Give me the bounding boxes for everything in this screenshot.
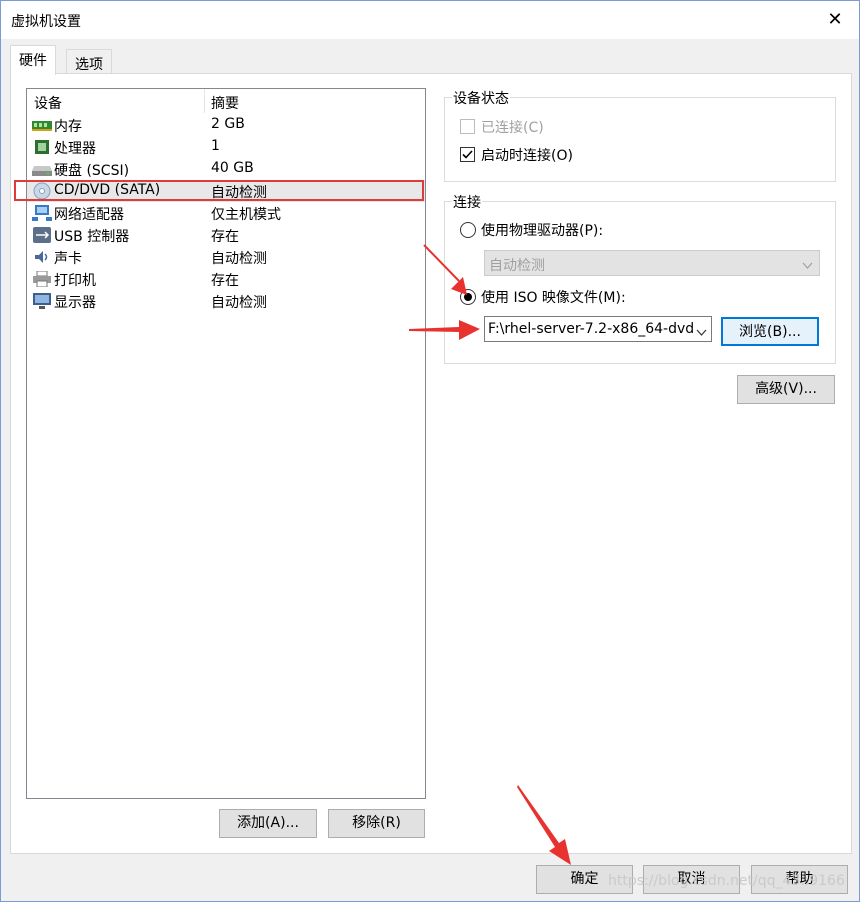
annotation-arrow-icon [517, 785, 571, 865]
device-row-sound-card[interactable]: 声卡 自动检测 [27, 246, 425, 268]
device-summary: 存在 [211, 229, 239, 245]
add-device-button[interactable]: 添加(A)... [219, 809, 317, 838]
device-name: 内存 [54, 119, 82, 135]
annotation-arrow-icon [409, 320, 480, 340]
device-summary: 仅主机模式 [211, 207, 281, 223]
iso-path-combobox[interactable]: F:\rhel-server-7.2-x86_64-dvd. [484, 316, 712, 342]
device-row-memory[interactable]: 内存 2 GB [27, 114, 425, 136]
help-button[interactable]: 帮助 [751, 865, 848, 894]
device-summary: 自动检测 [211, 295, 267, 311]
device-row-processor[interactable]: 处理器 1 [27, 136, 425, 158]
physical-drive-radio[interactable] [460, 222, 476, 238]
title-bar: 虚拟机设置 ✕ [1, 1, 859, 39]
printer-icon [32, 271, 52, 287]
connection-title: 连接 [452, 192, 482, 212]
device-row-usb-controller[interactable]: USB 控制器 存在 [27, 224, 425, 246]
chevron-down-icon [694, 325, 707, 341]
device-row-printer[interactable]: 打印机 存在 [27, 268, 425, 290]
device-status-title: 设备状态 [452, 88, 510, 108]
connect-at-power-on-checkbox[interactable] [460, 147, 475, 162]
connected-label: 已连接(C) [481, 120, 544, 136]
device-list-header: 设备 摘要 [27, 89, 425, 113]
processor-icon [32, 139, 52, 155]
display-icon [32, 293, 52, 309]
connect-at-power-on-label: 启动时连接(O) [481, 148, 573, 164]
advanced-button[interactable]: 高级(V)... [737, 375, 835, 404]
device-status-group [444, 97, 836, 182]
remove-device-button[interactable]: 移除(R) [328, 809, 425, 838]
device-summary: 40 GB [211, 160, 254, 176]
physical-drive-dropdown-value: 自动检测 [489, 258, 545, 274]
browse-button[interactable]: 浏览(B)... [721, 317, 819, 346]
network-adapter-icon [32, 205, 52, 221]
device-name: 硬盘 (SCSI) [54, 163, 130, 179]
device-row-display[interactable]: 显示器 自动检测 [27, 290, 425, 312]
usb-icon [32, 227, 52, 243]
column-header-summary[interactable]: 摘要 [211, 93, 239, 113]
device-name: 显示器 [54, 295, 96, 311]
device-name: 处理器 [54, 141, 96, 157]
device-name: 打印机 [54, 273, 96, 289]
sound-card-icon [32, 249, 52, 265]
connected-checkbox[interactable] [460, 119, 475, 134]
memory-icon [32, 117, 52, 133]
cancel-button[interactable]: 取消 [643, 865, 740, 894]
window-title: 虚拟机设置 [11, 14, 81, 30]
device-summary: 1 [211, 138, 220, 154]
device-name: 声卡 [54, 251, 82, 267]
close-icon[interactable]: ✕ [821, 7, 849, 33]
device-name: USB 控制器 [54, 229, 130, 245]
device-name: 网络适配器 [54, 207, 124, 223]
device-row-hard-disk[interactable]: 硬盘 (SCSI) 40 GB [27, 158, 425, 180]
checkmark-icon [462, 150, 473, 159]
device-summary: 2 GB [211, 116, 245, 132]
hard-disk-icon [32, 161, 52, 177]
annotation-arrow-icon [423, 244, 467, 295]
device-summary: 存在 [211, 273, 239, 289]
tab-hardware[interactable]: 硬件 [10, 45, 56, 75]
device-summary: 自动检测 [211, 251, 267, 267]
ok-button[interactable]: 确定 [536, 865, 633, 894]
column-header-device[interactable]: 设备 [34, 93, 62, 113]
device-row-network-adapter[interactable]: 网络适配器 仅主机模式 [27, 202, 425, 224]
physical-drive-label: 使用物理驱动器(P): [481, 223, 604, 239]
column-separator[interactable] [204, 89, 205, 113]
vm-settings-dialog: 虚拟机设置 ✕ 硬件 选项 设备 摘要 内存 2 GB 处理器 1 硬盘 (SC… [0, 0, 860, 902]
iso-image-label: 使用 ISO 映像文件(M): [481, 290, 626, 306]
chevron-down-icon [802, 258, 813, 274]
selection-highlight-annotation [14, 180, 424, 201]
tab-options[interactable]: 选项 [66, 49, 112, 75]
physical-drive-dropdown[interactable]: 自动检测 [484, 250, 820, 276]
iso-path-value: F:\rhel-server-7.2-x86_64-dvd. [488, 321, 699, 337]
